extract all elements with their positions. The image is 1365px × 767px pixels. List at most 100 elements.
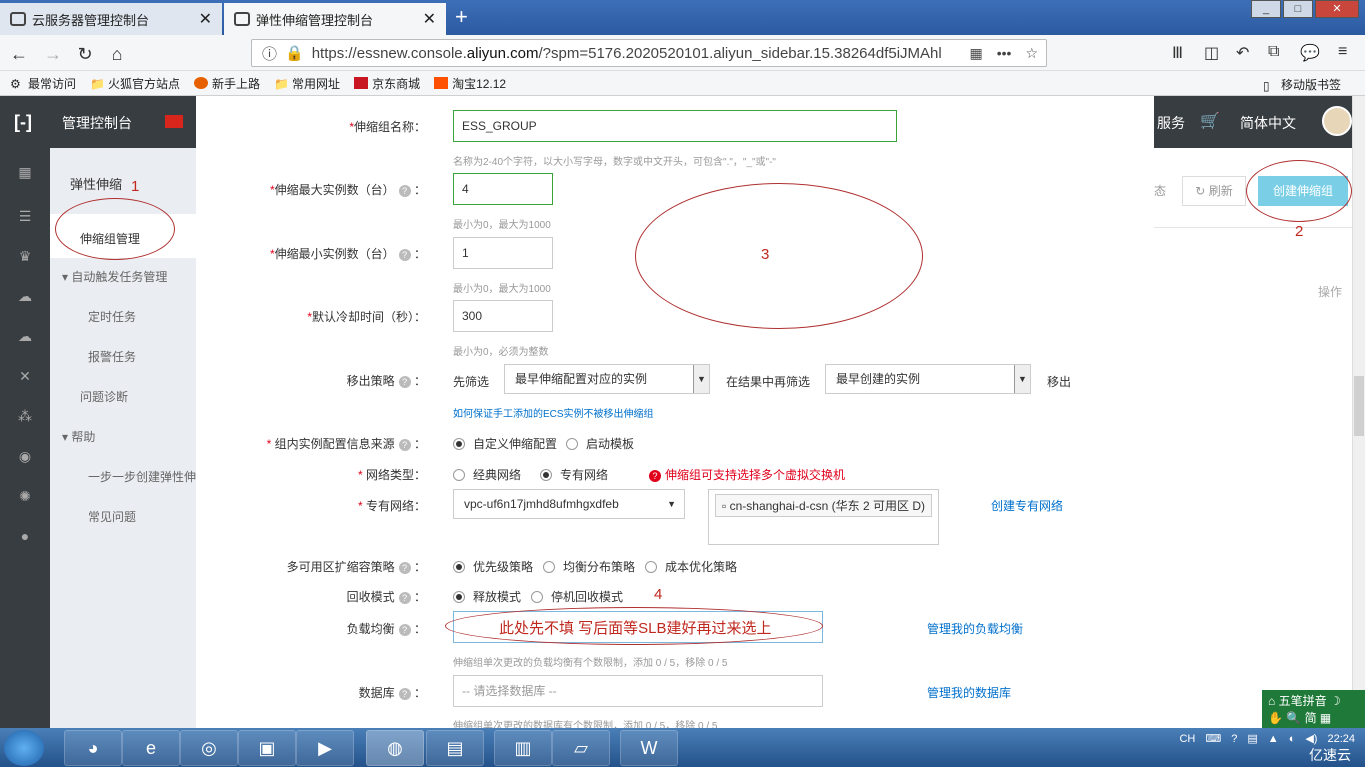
sidenav-item-faq[interactable]: 常见问题	[88, 508, 136, 525]
balanced-policy-radio[interactable]: 均衡分布策略	[543, 558, 635, 575]
word-icon[interactable]: W	[620, 730, 678, 766]
release-mode-radio[interactable]: 释放模式	[453, 588, 521, 605]
bookmark-firefox[interactable]: 📁 火狐官方站点	[90, 75, 180, 92]
cloud-upload-icon[interactable]: ☁	[17, 328, 33, 344]
home-icon[interactable]: ⌂	[104, 41, 130, 67]
forward-icon[interactable]: →	[40, 41, 66, 67]
volume-icon[interactable]: ◀)	[1305, 732, 1317, 745]
sidenav-item-help[interactable]: ▾ 帮助	[62, 428, 95, 445]
page-scrollbar[interactable]	[1352, 96, 1365, 728]
china-flag-icon[interactable]	[165, 115, 183, 128]
circle-icon[interactable]: ●	[17, 528, 33, 544]
then-filter-select[interactable]: 最早创建的实例 ▼	[825, 364, 1031, 394]
network-icon[interactable]: ⁂	[17, 408, 33, 424]
language-indicator[interactable]: CH	[1179, 733, 1195, 745]
sidenav-item-auto-tasks[interactable]: ▾ 自动触发任务管理	[62, 268, 167, 285]
list-icon[interactable]: ☰	[17, 208, 33, 224]
vpc-network-radio[interactable]: 专有网络	[540, 466, 608, 483]
clock[interactable]: 22:24	[1327, 733, 1355, 745]
firefox-taskbar-icon[interactable]: ◍	[366, 730, 424, 766]
explorer-icon[interactable]: ▤	[426, 730, 484, 766]
undo-icon[interactable]: ↶	[1236, 43, 1249, 63]
help-icon[interactable]: ?	[398, 439, 411, 451]
ime-tray-icon[interactable]: ▤	[1247, 732, 1257, 745]
stop-mode-radio[interactable]: 停机回收模式	[531, 588, 623, 605]
bookmark-jd[interactable]: 京东商城	[354, 75, 420, 92]
manage-slb-link[interactable]: 管理我的负载均衡	[927, 620, 1023, 637]
tab-close-icon[interactable]: ✕	[423, 9, 436, 29]
help-icon[interactable]: ?	[398, 624, 411, 636]
cloud-icon[interactable]: ☁	[17, 288, 33, 304]
bug-icon[interactable]: ✺	[17, 488, 33, 504]
ie-icon[interactable]: e	[122, 730, 180, 766]
help-icon[interactable]: ?	[398, 376, 411, 388]
browser-icon[interactable]: ◎	[180, 730, 238, 766]
tab-ecs-console[interactable]: 云服务器管理控制台 ✕	[0, 3, 222, 35]
reload-icon[interactable]: ↻	[72, 41, 98, 67]
source-custom-radio[interactable]: 自定义伸缩配置	[453, 435, 557, 452]
help-icon[interactable]: ?	[398, 592, 411, 604]
more-icon[interactable]: •••	[997, 45, 1012, 62]
back-icon[interactable]: ←	[6, 41, 32, 67]
iqiyi-icon[interactable]: ▣	[238, 730, 296, 766]
bookmark-getting-started[interactable]: 新手上路	[194, 75, 260, 92]
manage-database-link[interactable]: 管理我的数据库	[927, 684, 1011, 701]
library-icon[interactable]: Ⅲ	[1172, 43, 1183, 63]
vswitch-chip[interactable]: ▫ cn-shanghai-d-csn (华东 2 可用区 D)	[715, 494, 932, 517]
keyboard-icon[interactable]: ⌨	[1205, 732, 1221, 745]
trophy-icon[interactable]: ♛	[17, 248, 33, 264]
aliyun-logo[interactable]: [-]	[14, 112, 32, 133]
info-icon[interactable]: ⓘ	[262, 43, 277, 64]
network-tray-icon[interactable]: ◐	[1289, 733, 1296, 745]
bookmark-star-icon[interactable]: ☆	[1025, 45, 1038, 62]
help-icon[interactable]: ?	[398, 249, 411, 261]
qr-code-icon[interactable]: ▦	[969, 45, 982, 62]
cross-icon[interactable]: ✕	[17, 368, 33, 384]
refresh-button[interactable]: ↻ 刷新	[1182, 176, 1246, 206]
max-instances-input[interactable]: 4	[453, 173, 553, 205]
cost-policy-radio[interactable]: 成本优化策略	[645, 558, 737, 575]
chat-icon[interactable]: 💬	[1300, 43, 1320, 63]
minimize-button[interactable]: _	[1251, 0, 1281, 18]
group-name-input[interactable]: ESS_GROUP	[453, 110, 897, 142]
scrollbar-thumb[interactable]	[1354, 376, 1364, 436]
sidenav-item-diagnosis[interactable]: 问题诊断	[80, 388, 128, 405]
sidenav-item-tutorial[interactable]: 一步一步创建弹性伸	[88, 468, 196, 485]
start-button[interactable]	[4, 730, 44, 766]
terminal-icon[interactable]: ▥	[494, 730, 552, 766]
tab-ess-console[interactable]: 弹性伸缩管理控制台 ✕	[224, 3, 446, 35]
avatar[interactable]	[1322, 106, 1352, 136]
first-filter-select[interactable]: 最早伸缩配置对应的实例 ▼	[504, 364, 710, 394]
min-instances-input[interactable]: 1	[453, 237, 553, 269]
language-switch[interactable]: 简体中文	[1240, 113, 1296, 133]
cooldown-input[interactable]: 300	[453, 300, 553, 332]
new-tab-button[interactable]: +	[455, 4, 468, 30]
ecs-protection-link[interactable]: 如何保证手工添加的ECS实例不被移出伸缩组	[453, 405, 654, 420]
bookmark-common-sites[interactable]: 📁 常用网址	[274, 75, 340, 92]
source-template-radio[interactable]: 启动模板	[566, 435, 634, 452]
services-menu[interactable]: 服务	[1157, 113, 1185, 133]
bookmark-taobao[interactable]: 淘宝12.12	[434, 75, 506, 92]
grid-icon[interactable]: ▦	[17, 164, 33, 180]
help-icon[interactable]: ?	[398, 185, 411, 197]
vpc-select[interactable]: vpc-uf6n17jmhd8ufmhgxdfeb ▼	[453, 489, 685, 519]
tab-close-icon[interactable]: ✕	[199, 9, 212, 29]
video-player-icon[interactable]: ▶	[296, 730, 354, 766]
help-icon[interactable]: ?	[398, 562, 411, 574]
bookmark-most-visited[interactable]: ⚙ 最常访问	[10, 75, 76, 92]
console-title[interactable]: 管理控制台	[62, 113, 132, 133]
bookmark-mobile[interactable]: ▯ 移动版书签	[1263, 76, 1341, 93]
sidenav-item-alarm[interactable]: 报警任务	[88, 348, 136, 365]
notepad-icon[interactable]: ▱	[552, 730, 610, 766]
database-select[interactable]: -- 请选择数据库 --	[453, 675, 823, 707]
app-360-icon[interactable]: ◕	[64, 730, 122, 766]
screenshot-icon[interactable]: ⧉	[1268, 43, 1279, 61]
arrow-up-icon[interactable]: ▲	[1268, 733, 1279, 745]
classic-network-radio[interactable]: 经典网络	[453, 466, 521, 483]
sidebar-icon[interactable]: ◫	[1204, 43, 1219, 63]
menu-icon[interactable]: ≡	[1338, 43, 1347, 61]
help-icon[interactable]: ?	[1231, 733, 1237, 745]
vswitch-list[interactable]: ▫ cn-shanghai-d-csn (华东 2 可用区 D)	[708, 489, 939, 545]
globe-icon[interactable]: ◉	[17, 448, 33, 464]
help-icon[interactable]: ?	[398, 688, 411, 700]
